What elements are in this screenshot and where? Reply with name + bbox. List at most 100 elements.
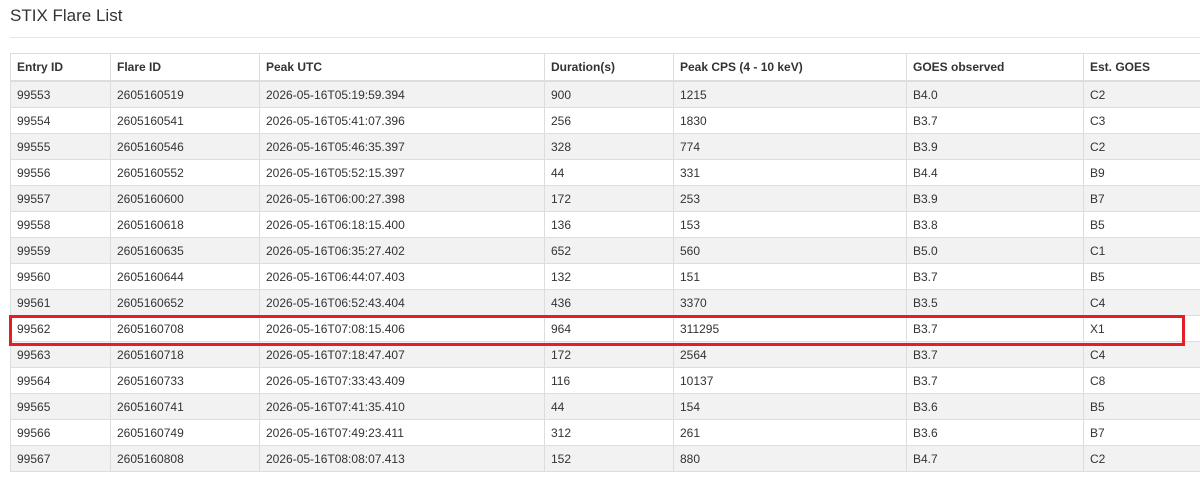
cell-entry-id: 99555 bbox=[10, 133, 111, 160]
table-row[interactable]: 99554 2605160541 2026-05-16T05:41:07.396… bbox=[10, 107, 1200, 134]
table-row[interactable]: 99556 2605160552 2026-05-16T05:52:15.397… bbox=[10, 159, 1200, 186]
cell-peak-utc: 2026-05-16T06:00:27.398 bbox=[259, 185, 545, 212]
table-row[interactable]: 99567 2605160808 2026-05-16T08:08:07.413… bbox=[10, 445, 1200, 472]
cell-est-goes: B9 bbox=[1083, 159, 1200, 186]
column-header-est-goes[interactable]: Est. GOES bbox=[1083, 53, 1200, 82]
cell-peak-utc: 2026-05-16T05:52:15.397 bbox=[259, 159, 545, 186]
column-header-entry-id[interactable]: Entry ID bbox=[10, 53, 111, 82]
cell-entry-id: 99558 bbox=[10, 211, 111, 238]
cell-peak-utc: 2026-05-16T07:41:35.410 bbox=[259, 393, 545, 420]
cell-peak-utc: 2026-05-16T05:19:59.394 bbox=[259, 80, 545, 108]
cell-est-goes: C1 bbox=[1083, 237, 1200, 264]
cell-peak-cps: 261 bbox=[673, 419, 907, 446]
cell-flare-id: 2605160652 bbox=[110, 289, 260, 316]
cell-peak-cps: 560 bbox=[673, 237, 907, 264]
cell-est-goes: C8 bbox=[1083, 367, 1200, 394]
table-row[interactable]: 99565 2605160741 2026-05-16T07:41:35.410… bbox=[10, 393, 1200, 420]
cell-flare-id: 2605160708 bbox=[110, 315, 260, 342]
cell-flare-id: 2605160552 bbox=[110, 159, 260, 186]
column-header-peak-utc[interactable]: Peak UTC bbox=[259, 53, 545, 82]
cell-est-goes: C4 bbox=[1083, 341, 1200, 368]
cell-flare-id: 2605160618 bbox=[110, 211, 260, 238]
cell-flare-id: 2605160519 bbox=[110, 80, 260, 108]
cell-duration: 136 bbox=[544, 211, 674, 238]
cell-goes-observed: B3.5 bbox=[906, 289, 1084, 316]
cell-flare-id: 2605160635 bbox=[110, 237, 260, 264]
cell-duration: 652 bbox=[544, 237, 674, 264]
cell-est-goes: B7 bbox=[1083, 185, 1200, 212]
cell-goes-observed: B3.7 bbox=[906, 315, 1084, 342]
cell-peak-cps: 880 bbox=[673, 445, 907, 472]
cell-est-goes: B5 bbox=[1083, 211, 1200, 238]
table-row[interactable]: 99561 2605160652 2026-05-16T06:52:43.404… bbox=[10, 289, 1200, 316]
table-row[interactable]: 99560 2605160644 2026-05-16T06:44:07.403… bbox=[10, 263, 1200, 290]
cell-peak-cps: 10137 bbox=[673, 367, 907, 394]
cell-entry-id: 99563 bbox=[10, 341, 111, 368]
cell-flare-id: 2605160749 bbox=[110, 419, 260, 446]
flare-table: Entry ID Flare ID Peak UTC Duration(s) P… bbox=[10, 53, 1200, 472]
cell-duration: 256 bbox=[544, 107, 674, 134]
cell-est-goes: C3 bbox=[1083, 107, 1200, 134]
cell-entry-id: 99566 bbox=[10, 419, 111, 446]
cell-peak-utc: 2026-05-16T07:18:47.407 bbox=[259, 341, 545, 368]
column-header-duration[interactable]: Duration(s) bbox=[544, 53, 674, 82]
cell-flare-id: 2605160741 bbox=[110, 393, 260, 420]
cell-peak-utc: 2026-05-16T06:18:15.400 bbox=[259, 211, 545, 238]
table-row[interactable]: 99558 2605160618 2026-05-16T06:18:15.400… bbox=[10, 211, 1200, 238]
cell-flare-id: 2605160600 bbox=[110, 185, 260, 212]
cell-est-goes: B7 bbox=[1083, 419, 1200, 446]
cell-peak-utc: 2026-05-16T05:46:35.397 bbox=[259, 133, 545, 160]
cell-flare-id: 2605160733 bbox=[110, 367, 260, 394]
cell-peak-cps: 3370 bbox=[673, 289, 907, 316]
cell-flare-id: 2605160808 bbox=[110, 445, 260, 472]
cell-duration: 132 bbox=[544, 263, 674, 290]
cell-goes-observed: B3.6 bbox=[906, 393, 1084, 420]
cell-entry-id: 99562 bbox=[10, 315, 111, 342]
cell-goes-observed: B3.9 bbox=[906, 133, 1084, 160]
cell-duration: 900 bbox=[544, 80, 674, 108]
column-header-flare-id[interactable]: Flare ID bbox=[110, 53, 260, 82]
flare-table-body: 99553 2605160519 2026-05-16T05:19:59.394… bbox=[10, 80, 1200, 472]
cell-est-goes: C2 bbox=[1083, 445, 1200, 472]
table-row[interactable]: 99566 2605160749 2026-05-16T07:49:23.411… bbox=[10, 419, 1200, 446]
table-row[interactable]: 99555 2605160546 2026-05-16T05:46:35.397… bbox=[10, 133, 1200, 160]
cell-peak-utc: 2026-05-16T05:41:07.396 bbox=[259, 107, 545, 134]
cell-peak-utc: 2026-05-16T07:33:43.409 bbox=[259, 367, 545, 394]
cell-goes-observed: B3.6 bbox=[906, 419, 1084, 446]
flare-table-container: Entry ID Flare ID Peak UTC Duration(s) P… bbox=[10, 53, 1200, 472]
table-row[interactable]: 99559 2605160635 2026-05-16T06:35:27.402… bbox=[10, 237, 1200, 264]
cell-entry-id: 99554 bbox=[10, 107, 111, 134]
cell-peak-utc: 2026-05-16T08:08:07.413 bbox=[259, 445, 545, 472]
column-header-peak-cps[interactable]: Peak CPS (4 - 10 keV) bbox=[673, 53, 907, 82]
table-row-highlighted[interactable]: 99562 2605160708 2026-05-16T07:08:15.406… bbox=[10, 315, 1200, 342]
cell-entry-id: 99565 bbox=[10, 393, 111, 420]
cell-est-goes: C2 bbox=[1083, 80, 1200, 108]
cell-entry-id: 99557 bbox=[10, 185, 111, 212]
cell-peak-cps: 1215 bbox=[673, 80, 907, 108]
cell-goes-observed: B4.0 bbox=[906, 80, 1084, 108]
cell-goes-observed: B3.7 bbox=[906, 107, 1084, 134]
table-row[interactable]: 99553 2605160519 2026-05-16T05:19:59.394… bbox=[10, 80, 1200, 108]
cell-goes-observed: B3.7 bbox=[906, 341, 1084, 368]
cell-peak-cps: 153 bbox=[673, 211, 907, 238]
cell-peak-cps: 331 bbox=[673, 159, 907, 186]
cell-duration: 436 bbox=[544, 289, 674, 316]
cell-entry-id: 99553 bbox=[10, 80, 111, 108]
cell-goes-observed: B3.9 bbox=[906, 185, 1084, 212]
cell-entry-id: 99564 bbox=[10, 367, 111, 394]
cell-duration: 116 bbox=[544, 367, 674, 394]
cell-goes-observed: B4.4 bbox=[906, 159, 1084, 186]
cell-peak-utc: 2026-05-16T06:35:27.402 bbox=[259, 237, 545, 264]
cell-duration: 172 bbox=[544, 185, 674, 212]
table-row[interactable]: 99563 2605160718 2026-05-16T07:18:47.407… bbox=[10, 341, 1200, 368]
cell-peak-cps: 253 bbox=[673, 185, 907, 212]
table-row[interactable]: 99564 2605160733 2026-05-16T07:33:43.409… bbox=[10, 367, 1200, 394]
cell-est-goes: X1 bbox=[1083, 315, 1200, 342]
cell-goes-observed: B3.7 bbox=[906, 367, 1084, 394]
cell-duration: 44 bbox=[544, 159, 674, 186]
cell-goes-observed: B3.8 bbox=[906, 211, 1084, 238]
column-header-goes-observed[interactable]: GOES observed bbox=[906, 53, 1084, 82]
page-title: STIX Flare List bbox=[10, 6, 123, 25]
table-row[interactable]: 99557 2605160600 2026-05-16T06:00:27.398… bbox=[10, 185, 1200, 212]
cell-peak-cps: 1830 bbox=[673, 107, 907, 134]
